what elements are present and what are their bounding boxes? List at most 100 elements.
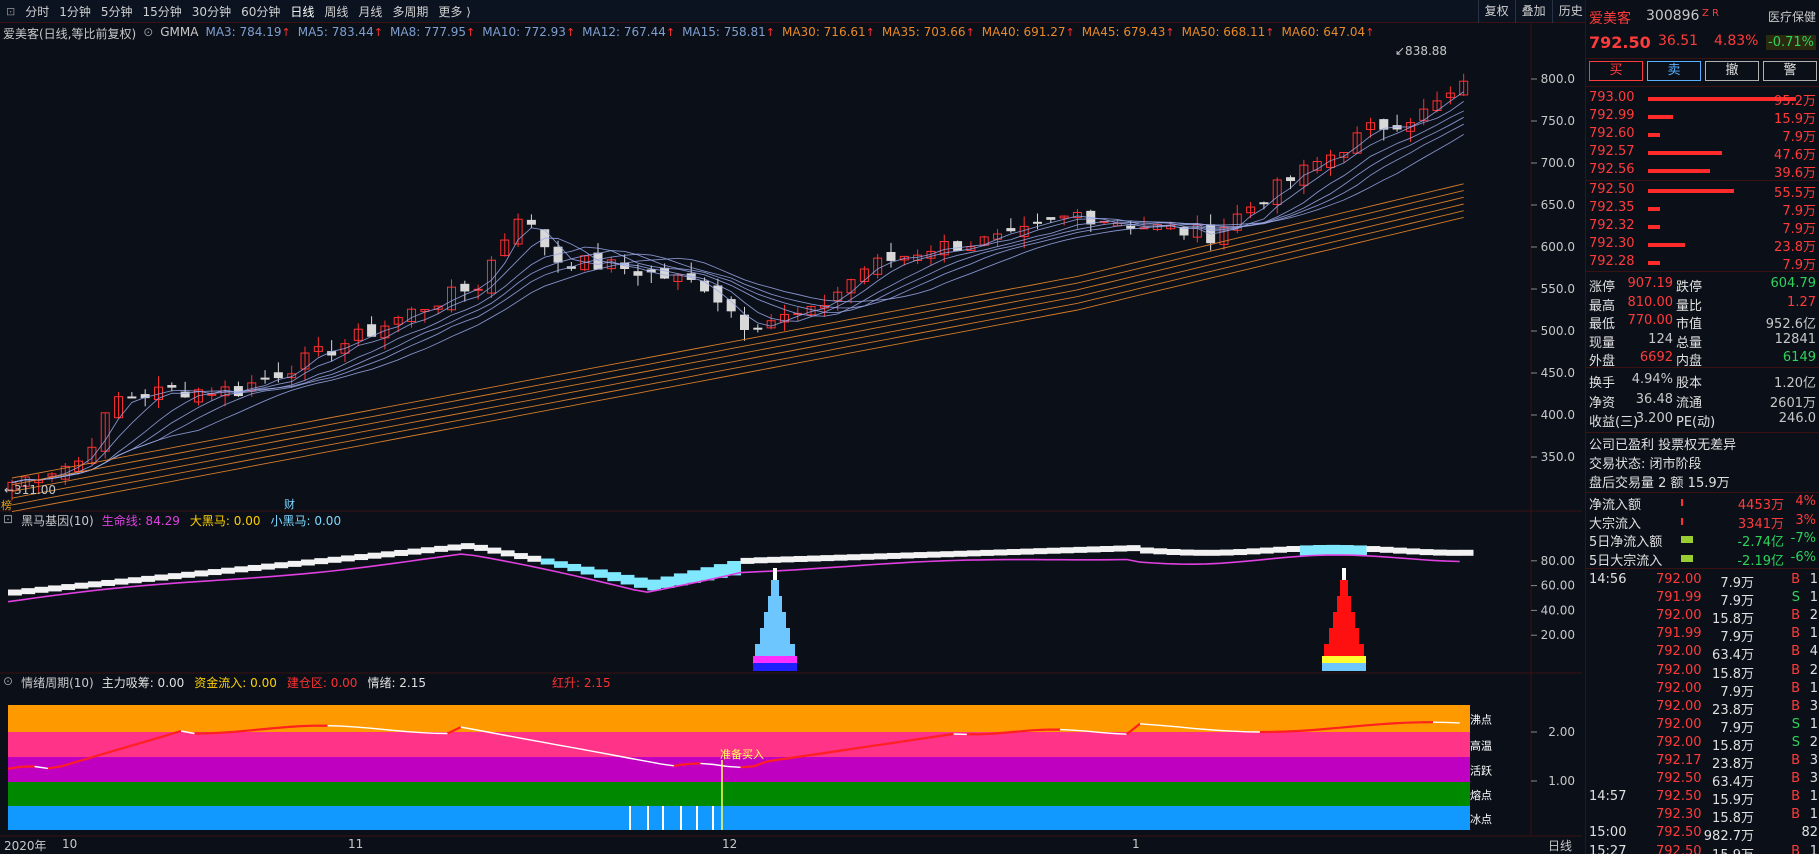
chart-canvas[interactable]: 800.0 750.0 700.0 650.0 600.0 550.0 500.0 450.0… [0, 0, 1582, 854]
emotion-line-segment [687, 762, 701, 766]
stat-value: 770.00 [1627, 313, 1674, 328]
stat-value: 1.20亿 [1774, 376, 1816, 391]
buy-button[interactable]: 买 [1589, 61, 1643, 81]
emotion-line-segment [407, 731, 421, 734]
tick-side: B [1791, 626, 1800, 642]
flow-pct: 4% [1795, 494, 1816, 509]
sub-chart-1-title[interactable]: 黑马基因(10) [21, 512, 94, 529]
sub-chart-1-icon[interactable]: ⊡ [3, 512, 13, 529]
step-bar [940, 551, 955, 558]
emotion-line-segment [993, 731, 1007, 735]
signal-tower [1322, 568, 1366, 671]
step-bar [474, 544, 488, 551]
tick-time: 15:27 [1589, 843, 1627, 854]
emotion-line-segment [420, 731, 435, 734]
price-change-pct: 4.83% [1714, 33, 1759, 49]
step-bar [527, 555, 542, 562]
short-ma-line [11, 134, 1464, 483]
candle-body [1126, 225, 1136, 229]
up-arrow-icon: ↑ [565, 26, 576, 39]
sell-button[interactable]: 卖 [1647, 61, 1701, 81]
stat-label: 量比 [1676, 298, 1703, 314]
current-price: 792.50 [1589, 33, 1651, 52]
date-axis-month-1: 1 [1132, 837, 1140, 851]
date-axis-year: 2020年 [4, 839, 47, 853]
step-bar [1166, 549, 1181, 556]
ask-volume: 95.2万 [1774, 94, 1816, 109]
up-arrow-icon: ↑ [865, 26, 875, 39]
period-label[interactable]: 日线 [1548, 837, 1572, 854]
ask-bar [1648, 169, 1711, 173]
ask-row: 792.57 47.6万 [1586, 144, 1819, 163]
step-bar [913, 552, 928, 559]
stat-value: 124 [1648, 331, 1673, 347]
main-chart-title: 爱美客(日线,等比前复权) [3, 27, 137, 41]
emotion-line-segment [980, 732, 994, 736]
stock-tag: Z R [1702, 8, 1719, 19]
stat-value: 36.48 [1635, 391, 1673, 407]
flow-label: 净流入额 [1589, 498, 1642, 513]
ma-legend-item: MA3: 784.19↑ [205, 25, 290, 43]
sub-chart-2-title[interactable]: 情绪周期(10) [21, 674, 94, 691]
flow-mark [1681, 499, 1683, 506]
emotion-line-segment [287, 725, 302, 729]
bid-price: 792.32 [1589, 218, 1635, 233]
ask-volume: 47.6万 [1774, 148, 1816, 163]
step-bar [1006, 549, 1021, 556]
step-bar [966, 550, 981, 557]
candle-body [167, 385, 177, 388]
tick-row: 792.00 7.9万 S 1 [1586, 717, 1819, 736]
candle-body [1046, 217, 1056, 220]
candle-body [526, 219, 536, 225]
indicator-name[interactable]: GMMA [160, 25, 198, 43]
emotion-band [8, 782, 1470, 806]
step-bar [1126, 545, 1141, 552]
tower-base-stripe [753, 656, 797, 663]
stat-value: 604.79 [1770, 276, 1817, 291]
tick-count: 3 [1809, 771, 1818, 787]
settings-circle-icon[interactable]: ⊙ [143, 25, 153, 43]
candle-body [260, 377, 270, 380]
ma-legend-label: MA5: 783.44 [297, 25, 374, 39]
candle-body [1033, 221, 1042, 224]
step-bar [1060, 547, 1074, 554]
emotion-line-segment [1326, 726, 1340, 730]
tick-volume: 15.8万 [1712, 738, 1754, 754]
up-arrow-icon: ↑ [281, 26, 291, 39]
step-bar [793, 555, 808, 562]
tick-row: 15:00 792.50 982.7万 82 [1586, 825, 1819, 844]
step-bar [500, 550, 515, 557]
tower-base-stripe [1322, 663, 1366, 671]
price-tick-label: 550.0 [1541, 282, 1575, 296]
tick-price: 792.50 [1656, 789, 1702, 805]
candle-body [1259, 202, 1269, 205]
alert-button[interactable]: 警 [1763, 61, 1817, 81]
ask-price: 792.60 [1589, 126, 1635, 141]
step-bar [301, 559, 315, 566]
price-tick-label: 800.0 [1541, 72, 1575, 86]
ma-legend-list: MA3: 784.19↑ MA5: 783.44↑ MA8: 777.95↑ MA10… [205, 25, 1374, 43]
emotion-line-segment [1206, 728, 1221, 732]
emotion-band-label: 沸点 [1470, 714, 1492, 727]
tick-price: 792.00 [1656, 608, 1702, 624]
ask-volume: 7.9万 [1782, 130, 1816, 145]
step-bar [1286, 545, 1301, 552]
sub-chart-2-icon[interactable]: ⊙ [3, 674, 13, 691]
flow-row: 大宗流入 3341万 3% [1586, 513, 1819, 532]
step-bar [580, 566, 595, 575]
price-tick-label: 650.0 [1541, 198, 1575, 212]
emotion-line-segment [1446, 721, 1460, 724]
ma-legend-label: MA30: 716.61 [781, 25, 866, 39]
bid-volume: 55.5万 [1774, 186, 1816, 201]
tick-row: 792.00 15.8万 S 2 [1586, 735, 1819, 754]
stat-row: 收益(三) 3.200 PE(动) 246.0 [1586, 411, 1819, 430]
step-bar [261, 563, 275, 570]
short-ma-line [11, 123, 1464, 483]
sector-name[interactable]: 医疗保健 [1768, 8, 1816, 25]
tower-layer [1333, 612, 1355, 628]
signal-tower [753, 568, 797, 671]
long-ma-line [11, 216, 1464, 513]
emotion-line-segment [354, 726, 368, 729]
cancel-order-button[interactable]: 撤 [1705, 61, 1759, 81]
sub-legend-item: 建仓区: 0.00 [286, 676, 358, 690]
